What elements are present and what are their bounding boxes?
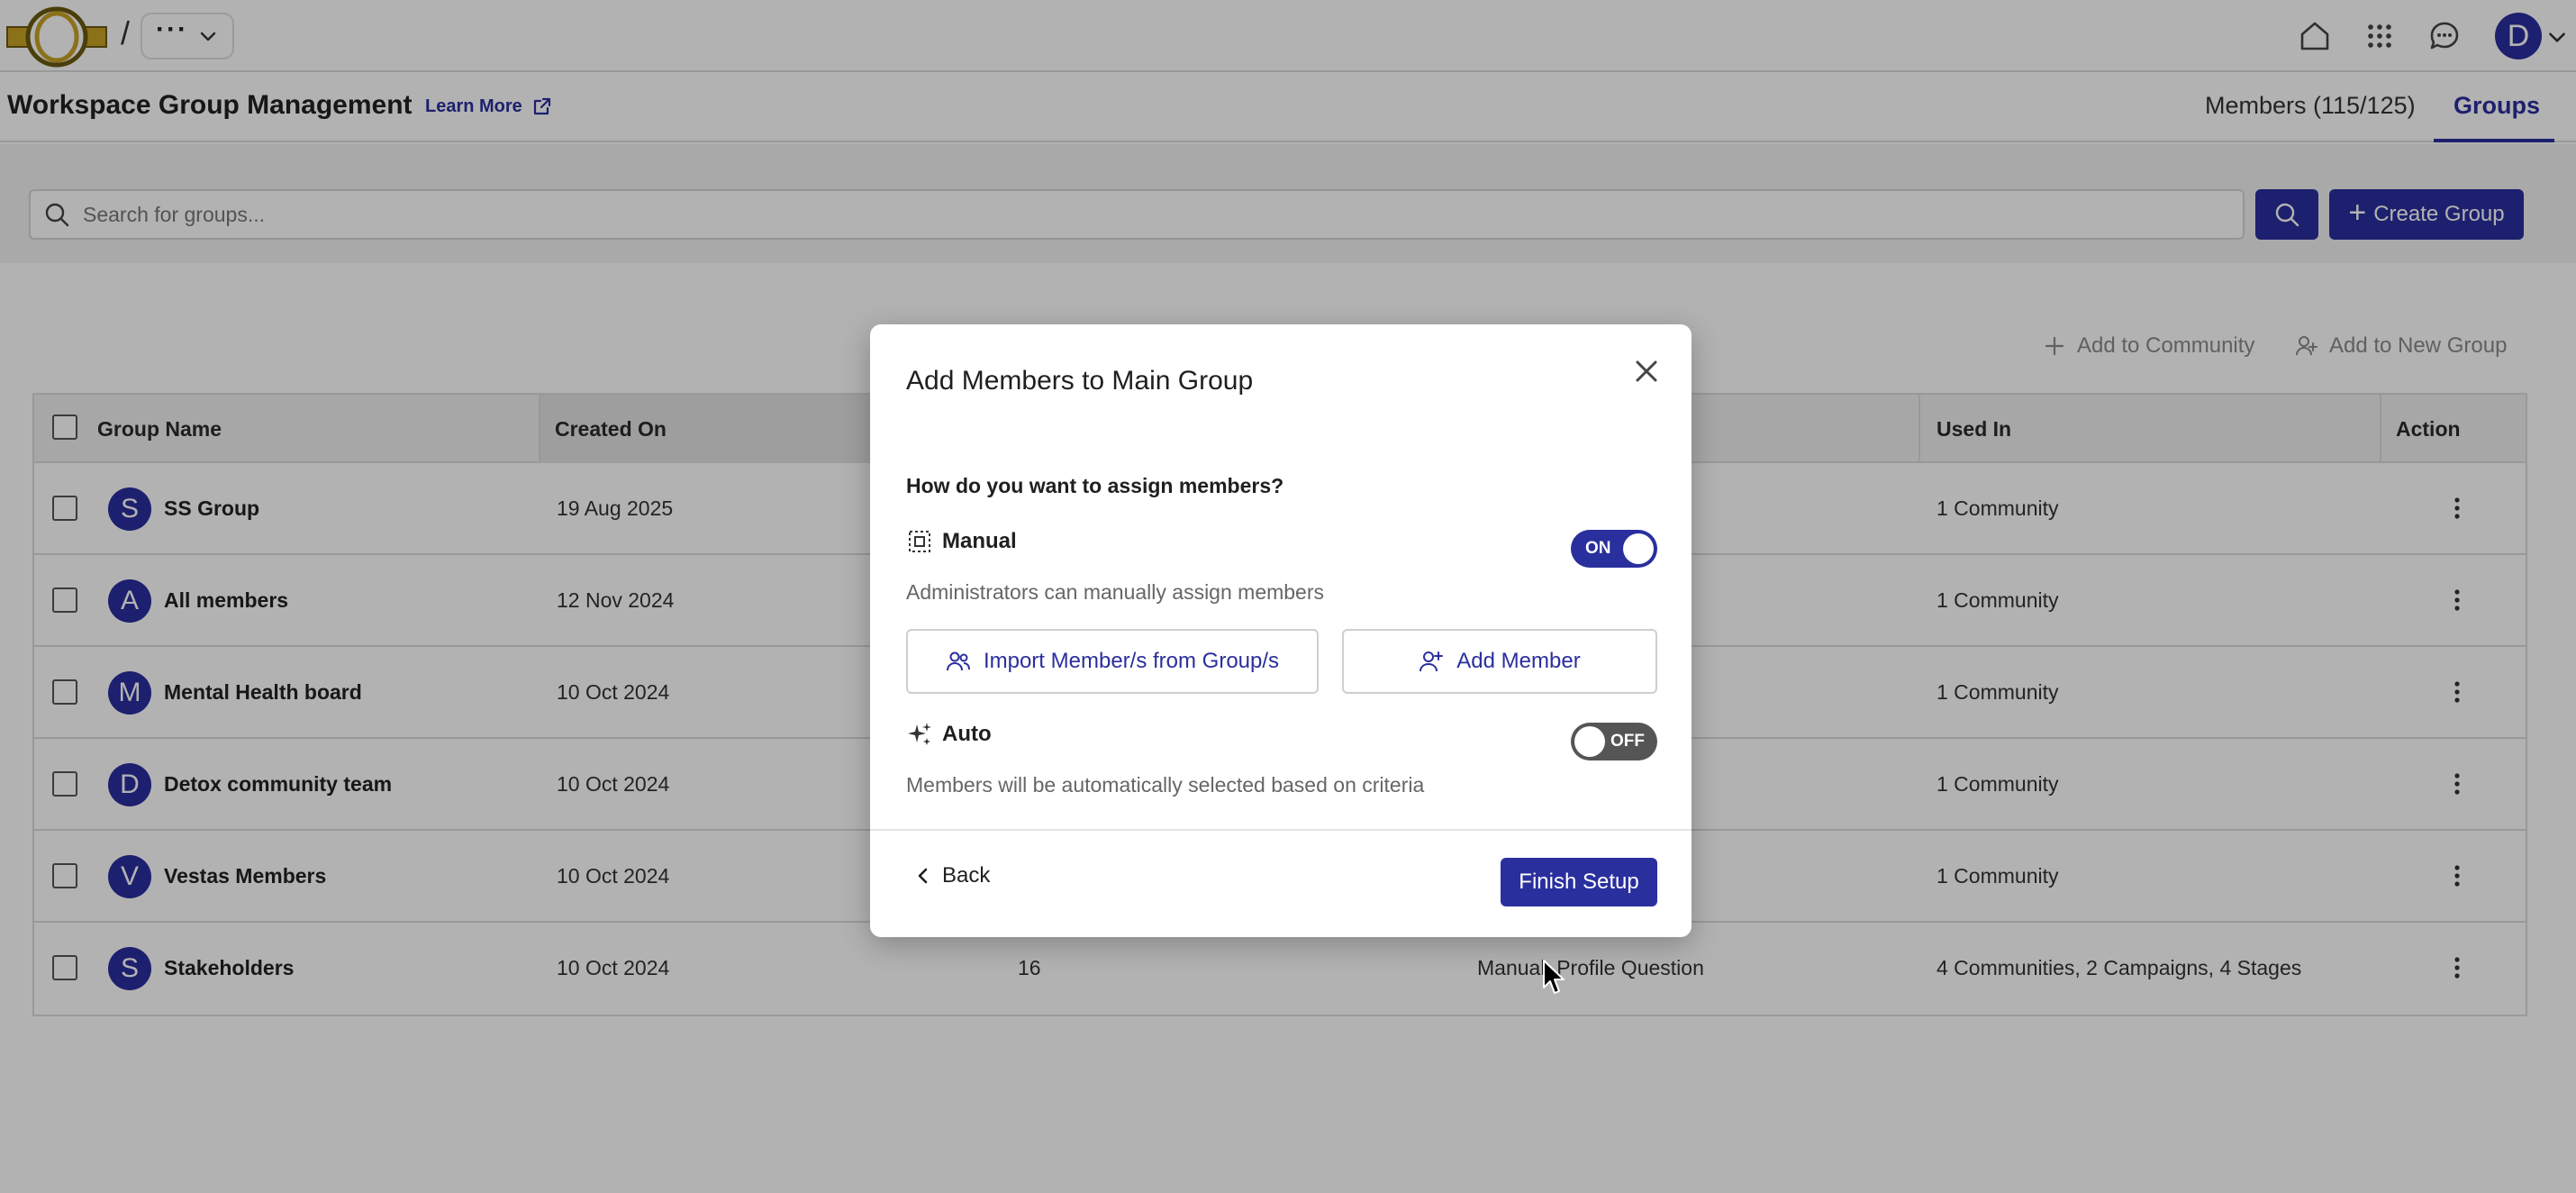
manual-toggle[interactable]: ON xyxy=(1571,530,1657,568)
finish-setup-button[interactable]: Finish Setup xyxy=(1501,858,1657,906)
back-label: Back xyxy=(942,863,991,888)
mouse-pointer-icon xyxy=(1543,960,1565,994)
auto-option: Auto xyxy=(906,721,992,748)
dialog-divider xyxy=(870,829,1692,831)
add-members-dialog: Add Members to Main Group How do you wan… xyxy=(870,324,1692,937)
assign-question: How do you want to assign members? xyxy=(906,474,1284,497)
add-user-icon xyxy=(1420,651,1444,672)
toggle-knob xyxy=(1623,533,1654,564)
auto-description: Members will be automatically selected b… xyxy=(906,773,1425,797)
auto-toggle[interactable]: OFF xyxy=(1571,723,1657,760)
manual-option: Manual xyxy=(906,528,1017,555)
add-member-button[interactable]: Add Member xyxy=(1342,629,1657,694)
toggle-knob xyxy=(1574,726,1605,757)
sparkles-icon xyxy=(908,723,931,745)
add-member-label: Add Member xyxy=(1456,649,1581,673)
auto-toggle-state: OFF xyxy=(1610,732,1645,751)
import-members-label: Import Member/s from Group/s xyxy=(983,649,1280,673)
chevron-left-icon xyxy=(918,868,928,884)
manual-toggle-state: ON xyxy=(1585,539,1611,558)
close-icon[interactable] xyxy=(1627,351,1666,391)
dialog-title: Add Members to Main Group xyxy=(906,366,1254,396)
import-members-button[interactable]: Import Member/s from Group/s xyxy=(906,629,1319,694)
select-box-icon xyxy=(909,531,930,552)
auto-label: Auto xyxy=(942,722,992,746)
users-icon xyxy=(946,651,970,671)
manual-description: Administrators can manually assign membe… xyxy=(906,580,1325,604)
manual-label: Manual xyxy=(942,529,1017,553)
back-button[interactable]: Back xyxy=(913,863,990,888)
